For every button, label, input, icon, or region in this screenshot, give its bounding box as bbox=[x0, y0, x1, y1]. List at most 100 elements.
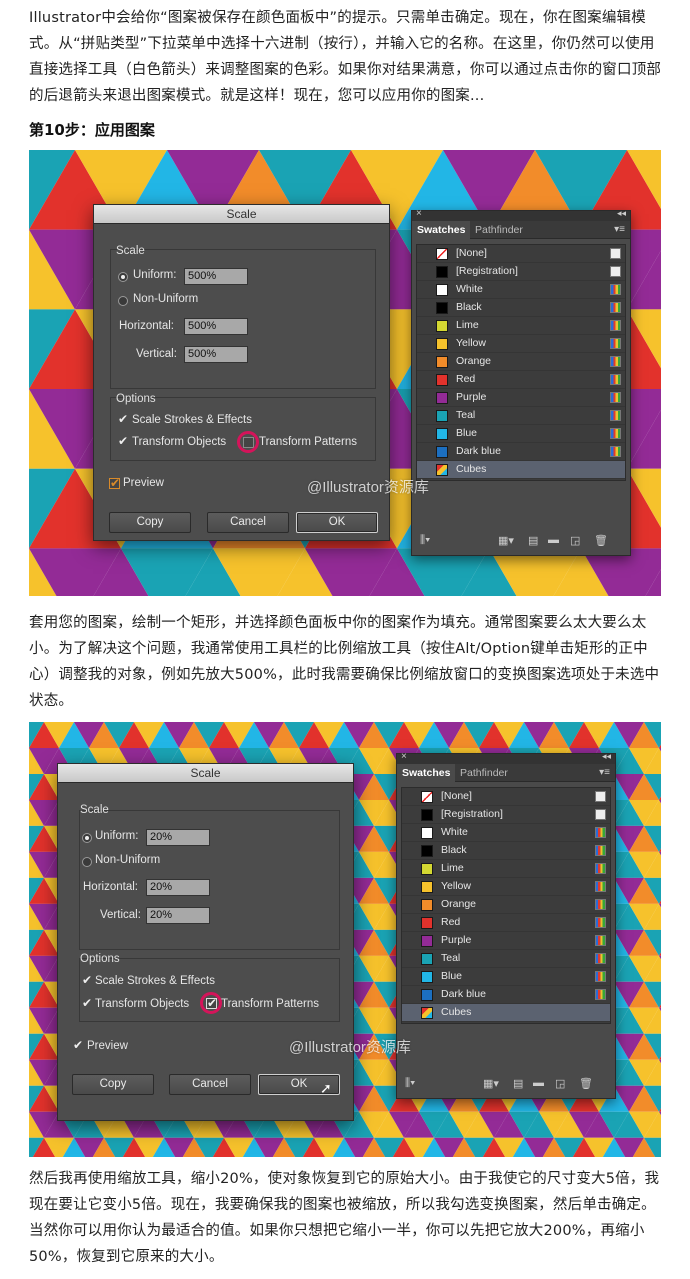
transform-objects-checkbox[interactable]: ✔ bbox=[82, 997, 93, 1009]
tab-pathfinder[interactable]: Pathfinder bbox=[470, 221, 528, 239]
show-kinds-icon[interactable]: ▦▾ bbox=[483, 1077, 499, 1090]
swatch-libraries-icon[interactable]: ⫼▾ bbox=[420, 534, 430, 547]
process-color-icon bbox=[610, 284, 621, 295]
swatch-name: Lime bbox=[441, 862, 464, 874]
swatch-row[interactable]: Blue bbox=[402, 968, 610, 986]
vertical-input[interactable]: 500% bbox=[184, 346, 248, 363]
swatch-row[interactable]: Purple bbox=[417, 389, 625, 407]
swatch-name: Red bbox=[441, 916, 461, 928]
swatch-row[interactable]: Cubes bbox=[402, 1004, 610, 1022]
swatch-row[interactable]: White bbox=[417, 281, 625, 299]
registration-icon bbox=[595, 809, 606, 820]
highlight-circle bbox=[200, 992, 222, 1014]
uniform-radio[interactable] bbox=[82, 833, 92, 843]
panel-titlebar: × ◂◂ bbox=[397, 751, 615, 764]
dialog-title: Scale bbox=[58, 764, 353, 783]
process-color-icon bbox=[610, 338, 621, 349]
swatch-row[interactable]: Purple bbox=[402, 932, 610, 950]
swatch-row[interactable]: Dark blue bbox=[402, 986, 610, 1004]
swatch-name: White bbox=[456, 283, 483, 295]
new-color-group-icon[interactable]: ▬ bbox=[533, 1077, 544, 1089]
none-icon bbox=[610, 248, 621, 259]
nonuniform-radio[interactable] bbox=[82, 857, 92, 867]
preview-checkbox[interactable]: ✔ bbox=[73, 1039, 84, 1051]
vertical-input[interactable]: 20% bbox=[146, 907, 210, 924]
new-swatch-icon[interactable]: ◲ bbox=[570, 534, 580, 547]
scale-dialog: Scale Scale Uniform: 20% Non-Uniform Hor… bbox=[57, 763, 354, 1121]
process-color-icon bbox=[595, 899, 606, 910]
close-icon[interactable]: × bbox=[401, 751, 407, 762]
swatch-row[interactable]: Red bbox=[417, 371, 625, 389]
tab-swatches[interactable]: Swatches bbox=[397, 764, 456, 782]
horizontal-input[interactable]: 500% bbox=[184, 318, 248, 335]
close-icon[interactable]: × bbox=[416, 208, 422, 219]
swatch-row[interactable]: Cubes bbox=[417, 461, 625, 479]
panel-titlebar: × ◂◂ bbox=[412, 208, 630, 221]
scale-strokes-checkbox[interactable]: ✔ bbox=[118, 413, 129, 425]
cancel-button[interactable]: Cancel bbox=[207, 512, 289, 533]
swatch-row[interactable]: [Registration] bbox=[402, 806, 610, 824]
swatch-row[interactable]: Dark blue bbox=[417, 443, 625, 461]
nonuniform-radio[interactable] bbox=[118, 296, 128, 306]
swatch-row[interactable]: Teal bbox=[417, 407, 625, 425]
collapse-icon[interactable]: ◂◂ bbox=[602, 751, 611, 762]
screenshot-scale-20: Scale Scale Uniform: 20% Non-Uniform Hor… bbox=[29, 722, 661, 1157]
swatch-libraries-icon[interactable]: ⫼▾ bbox=[405, 1077, 415, 1090]
swatch-row[interactable]: Yellow bbox=[417, 335, 625, 353]
swatch-options-icon[interactable]: ▤ bbox=[513, 1077, 523, 1090]
nonuniform-label: Non-Uniform bbox=[133, 293, 199, 305]
uniform-input[interactable]: 500% bbox=[184, 268, 248, 285]
ok-button[interactable]: OK bbox=[296, 512, 378, 533]
panel-menu-icon[interactable]: ▾≡ bbox=[599, 767, 610, 778]
horizontal-label: Horizontal: bbox=[119, 320, 174, 332]
swatch-row[interactable]: Lime bbox=[417, 317, 625, 335]
transform-objects-label: Transform Objects bbox=[95, 998, 190, 1010]
swatch-row[interactable]: Orange bbox=[402, 896, 610, 914]
swatch-row[interactable]: Lime bbox=[402, 860, 610, 878]
watermark: @Illustrator资源库 bbox=[307, 479, 429, 496]
swatch-row[interactable]: Teal bbox=[402, 950, 610, 968]
swatch-row[interactable]: Yellow bbox=[402, 878, 610, 896]
swatch-name: Dark blue bbox=[441, 988, 486, 1000]
transform-objects-checkbox[interactable]: ✔ bbox=[118, 435, 129, 447]
options-group-label: Options bbox=[116, 393, 156, 405]
process-color-icon bbox=[610, 356, 621, 367]
delete-swatch-icon[interactable]: 🗑 bbox=[594, 534, 608, 547]
preview-label: Preview bbox=[87, 1040, 128, 1052]
swatch-row[interactable]: Black bbox=[402, 842, 610, 860]
uniform-input[interactable]: 20% bbox=[146, 829, 210, 846]
tab-swatches[interactable]: Swatches bbox=[412, 221, 471, 239]
process-color-icon bbox=[610, 320, 621, 331]
new-swatch-icon[interactable]: ◲ bbox=[555, 1077, 565, 1090]
swatch-row[interactable]: Blue bbox=[417, 425, 625, 443]
swatch-row[interactable]: Black bbox=[417, 299, 625, 317]
preview-checkbox[interactable]: ✔ bbox=[109, 477, 120, 489]
copy-button[interactable]: Copy bbox=[72, 1074, 154, 1095]
swatch-row[interactable]: White bbox=[402, 824, 610, 842]
swatch-row[interactable]: [Registration] bbox=[417, 263, 625, 281]
process-color-icon bbox=[610, 302, 621, 313]
swatch-chip bbox=[436, 266, 448, 278]
swatch-name: White bbox=[441, 826, 468, 838]
collapse-icon[interactable]: ◂◂ bbox=[617, 208, 626, 219]
swatch-row[interactable]: [None] bbox=[417, 245, 625, 263]
scale-strokes-checkbox[interactable]: ✔ bbox=[82, 974, 93, 986]
process-color-icon bbox=[595, 863, 606, 874]
show-kinds-icon[interactable]: ▦▾ bbox=[498, 534, 514, 547]
cancel-button[interactable]: Cancel bbox=[169, 1074, 251, 1095]
swatch-name: Yellow bbox=[441, 880, 471, 892]
new-color-group-icon[interactable]: ▬ bbox=[548, 534, 559, 546]
swatch-row[interactable]: Orange bbox=[417, 353, 625, 371]
swatch-row[interactable]: [None] bbox=[402, 788, 610, 806]
swatch-row[interactable]: Red bbox=[402, 914, 610, 932]
panel-menu-icon[interactable]: ▾≡ bbox=[614, 224, 625, 235]
swatch-chip bbox=[421, 917, 433, 929]
panel-bottom-bar: ⫼▾ ▦▾ ▤ ▬ ◲ 🗑 bbox=[397, 1074, 615, 1094]
tab-pathfinder[interactable]: Pathfinder bbox=[455, 764, 513, 782]
uniform-radio[interactable] bbox=[118, 272, 128, 282]
delete-swatch-icon[interactable]: 🗑 bbox=[579, 1077, 593, 1090]
copy-button[interactable]: Copy bbox=[109, 512, 191, 533]
horizontal-input[interactable]: 20% bbox=[146, 879, 210, 896]
panel-tabs: Swatches Pathfinder ▾≡ bbox=[412, 221, 630, 239]
swatch-options-icon[interactable]: ▤ bbox=[528, 534, 538, 547]
